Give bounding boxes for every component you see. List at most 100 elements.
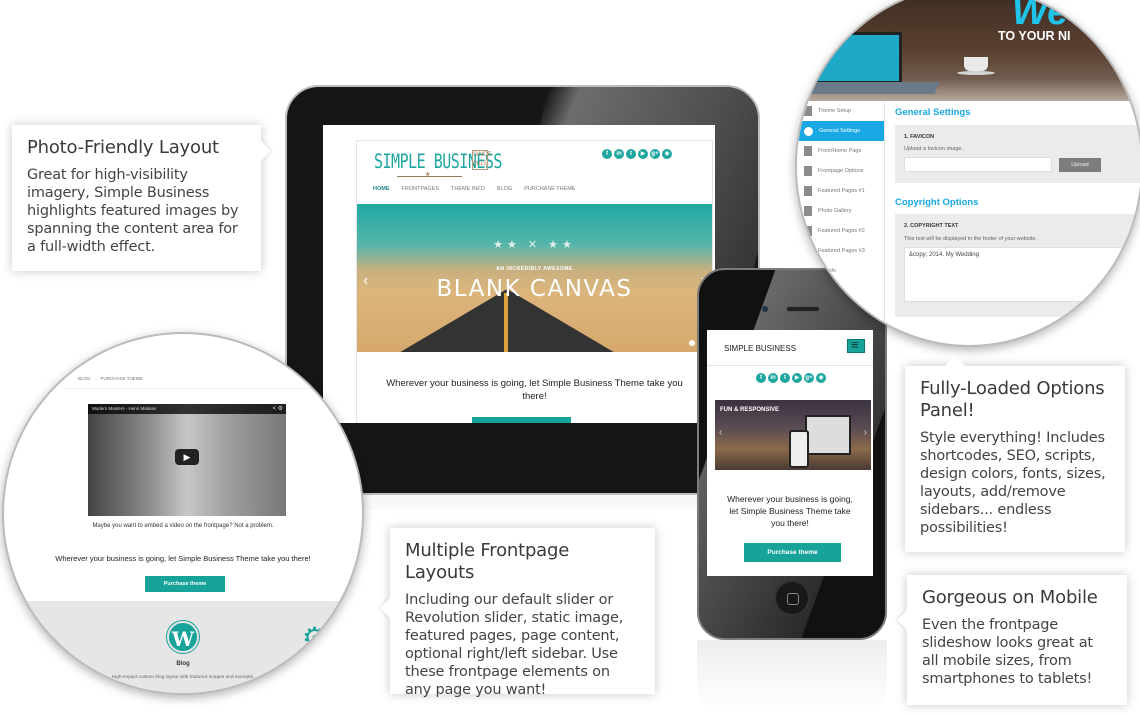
sidebar-item-featured-pages-3[interactable]: Featured Pages #3	[797, 241, 884, 261]
social-icons: f in t ▶ g+ ◉	[602, 149, 672, 159]
copyright-textarea[interactable]: &copy; 2014. My Wedding	[904, 247, 1134, 302]
callout-pointer	[261, 141, 271, 161]
logo-badge: SINCE 2015	[472, 150, 491, 170]
embedded-video[interactable]: Modern Masters - Henri Matisse < ⚙ ▶	[88, 404, 286, 516]
gear-icon: ⚙	[302, 622, 328, 653]
purchase-button[interactable]: Purchase theme	[145, 576, 225, 592]
mobile-site-title[interactable]: SIMPLE BUSINESS	[724, 344, 796, 353]
facebook-icon[interactable]: f	[756, 373, 766, 383]
sidebar-item-featured-pages-1[interactable]: Featured Pages #1	[797, 181, 884, 201]
nav-blog[interactable]: BLOG	[78, 376, 91, 381]
tablet-website: SIMPLE BUSINESS SINCE 2015 f in t ▶ g+ ◉…	[356, 140, 713, 425]
sidebar-item-theme-setup[interactable]: Theme Setup	[797, 101, 884, 121]
purchase-button[interactable]: Purchase theme	[744, 543, 841, 562]
linkedin-icon[interactable]: in	[768, 373, 778, 383]
share-settings-icon[interactable]: < ⚙	[272, 404, 283, 414]
youtube-icon[interactable]: ▶	[792, 373, 802, 383]
stars-arrows-icon: ★★ ✕ ★★	[493, 239, 576, 251]
callout-options-panel: Fully-Loaded Options Panel! Style everyt…	[905, 356, 1125, 552]
googleplus-icon[interactable]: g+	[650, 149, 660, 159]
twitter-icon[interactable]: t	[626, 149, 636, 159]
callout-title: Multiple Frontpage Layouts	[405, 540, 570, 583]
sidebar-item-front-home-page[interactable]: Front/Home Page	[797, 141, 884, 161]
nav-purchase-theme[interactable]: PURCHASE THEME	[101, 376, 143, 381]
gears-icon	[804, 126, 813, 136]
favicon-input[interactable]	[904, 157, 1052, 172]
callout-photo-friendly: Photo-Friendly Layout Great for high-vis…	[12, 125, 271, 271]
slider-headline: FUN & RESPONSIVE	[720, 407, 780, 413]
callout-body: Even the frontpage slideshow looks great…	[922, 617, 1093, 687]
documents-icon	[804, 246, 812, 256]
copyright-options-heading: Copyright Options	[895, 197, 979, 208]
play-icon[interactable]: ▶	[175, 449, 199, 465]
copyright-label: 2. COPYRIGHT TEXT	[904, 223, 959, 229]
mobile-slider: FUN & RESPONSIVE ‹ ›	[715, 400, 871, 470]
callout-mobile: Gorgeous on Mobile Even the frontpage sl…	[897, 575, 1127, 705]
rss-icon[interactable]: ◉	[662, 149, 672, 159]
upload-button[interactable]: Upload	[1059, 158, 1101, 172]
options-panel-magnifier: We TO YOUR NI Theme Setup General Settin…	[795, 0, 1140, 347]
video-caption: Maybe you want to embed a video on the f…	[92, 523, 274, 529]
tablet-screen: SIMPLE BUSINESS SINCE 2015 f in t ▶ g+ ◉…	[323, 125, 715, 425]
sidebar-item-general-settings[interactable]: General Settings	[797, 121, 884, 141]
logo-divider	[397, 171, 462, 178]
video-title: Modern Masters - Henri Matisse	[88, 404, 286, 414]
slider-headline: BLANK CANVAS	[436, 276, 633, 302]
sidebar-item-label: General Settings	[819, 128, 860, 134]
phone-screen: SIMPLE BUSINESS f in t ▶ g+ ◉ FUN & RESP…	[707, 330, 873, 576]
sidebar-item-photo-gallery[interactable]: Photo Gallery	[797, 201, 884, 221]
code-file-icon	[804, 166, 812, 176]
sidebar-item-label: Photo Gallery	[818, 208, 852, 214]
divider	[64, 388, 362, 389]
favicon-section: 1. FAVICON Upload a favicon image. Uploa…	[895, 125, 1140, 183]
slider-prev-icon[interactable]: ‹	[719, 427, 722, 438]
nav-home[interactable]: HOME	[373, 186, 390, 192]
linkedin-icon[interactable]: in	[614, 149, 624, 159]
copyright-description: This text will be displayed in the foote…	[904, 236, 1037, 242]
rss-icon[interactable]: ◉	[816, 373, 826, 383]
document-icon	[804, 186, 812, 196]
googleplus-icon[interactable]: g+	[804, 373, 814, 383]
favicon-label: 1. FAVICON	[904, 134, 935, 140]
youtube-icon[interactable]: ▶	[638, 149, 648, 159]
callout-pointer	[945, 356, 965, 366]
keyboard-image	[799, 82, 940, 94]
nav-blog[interactable]: BLOG	[497, 186, 512, 192]
admin-content: General Settings 1. FAVICON Upload a fav…	[895, 101, 1140, 345]
sidebar-item-label: VP Info	[818, 268, 836, 274]
documents-icon	[804, 226, 812, 236]
slider-prev-icon[interactable]: ‹	[363, 272, 368, 290]
page-icon	[804, 146, 812, 156]
hero-slider: ★★ ✕ ★★ AN INCREDIBLY AWESOME BLANK CANV…	[357, 204, 712, 352]
facebook-icon[interactable]: f	[602, 149, 612, 159]
feature-icon: ◣	[46, 624, 63, 649]
hero-subheading: TO YOUR NI	[998, 29, 1071, 43]
sidebar-item-featured-pages-2[interactable]: Featured Pages #2	[797, 221, 884, 241]
site-tagline: Wherever your business is going, let Sim…	[55, 554, 311, 563]
callout-pointer	[897, 610, 907, 630]
callout-title: Fully-Loaded Options Panel!	[920, 378, 1105, 421]
tablet-device: SIMPLE BUSINESS SINCE 2015 f in t ▶ g+ ◉…	[285, 85, 760, 495]
nav-theme-info[interactable]: THEME INFO	[451, 186, 485, 192]
callout-body: Including our default slider or Revoluti…	[405, 592, 624, 698]
sidebar-item-label: Frontpage Options	[818, 168, 864, 174]
callout-frontpage-layouts: Multiple Frontpage Layouts Including our…	[380, 528, 655, 698]
slider-dot[interactable]	[689, 340, 695, 346]
sidebar-item-label: Featured Pages #3	[818, 248, 865, 254]
general-settings-heading: General Settings	[895, 107, 971, 118]
main-nav: HOME FRONTPAGES THEME INFO BLOG PURCHASE…	[373, 186, 575, 192]
video-magnifier: BLOG PURCHASE THEME Modern Masters - Hen…	[2, 332, 364, 695]
site-tagline: Wherever your business is going, let Sim…	[386, 378, 683, 402]
sidebar-item-vp-info[interactable]: VP Info	[797, 261, 884, 281]
twitter-icon[interactable]: t	[780, 373, 790, 383]
home-button[interactable]	[774, 580, 810, 616]
sidebar-item-label: Theme Setup	[818, 108, 852, 114]
nav-purchase-theme[interactable]: PURCHASE THEME	[524, 186, 575, 192]
nav-frontpages[interactable]: FRONTPAGES	[402, 186, 440, 192]
info-icon	[804, 266, 812, 276]
sidebar-item-frontpage-options[interactable]: Frontpage Options	[797, 161, 884, 181]
sidebar-item-label: Front/Home Page	[818, 148, 862, 154]
slider-next-icon[interactable]: ›	[864, 427, 867, 438]
image-icon	[804, 206, 812, 216]
video-lens-nav: BLOG PURCHASE THEME	[78, 376, 142, 381]
